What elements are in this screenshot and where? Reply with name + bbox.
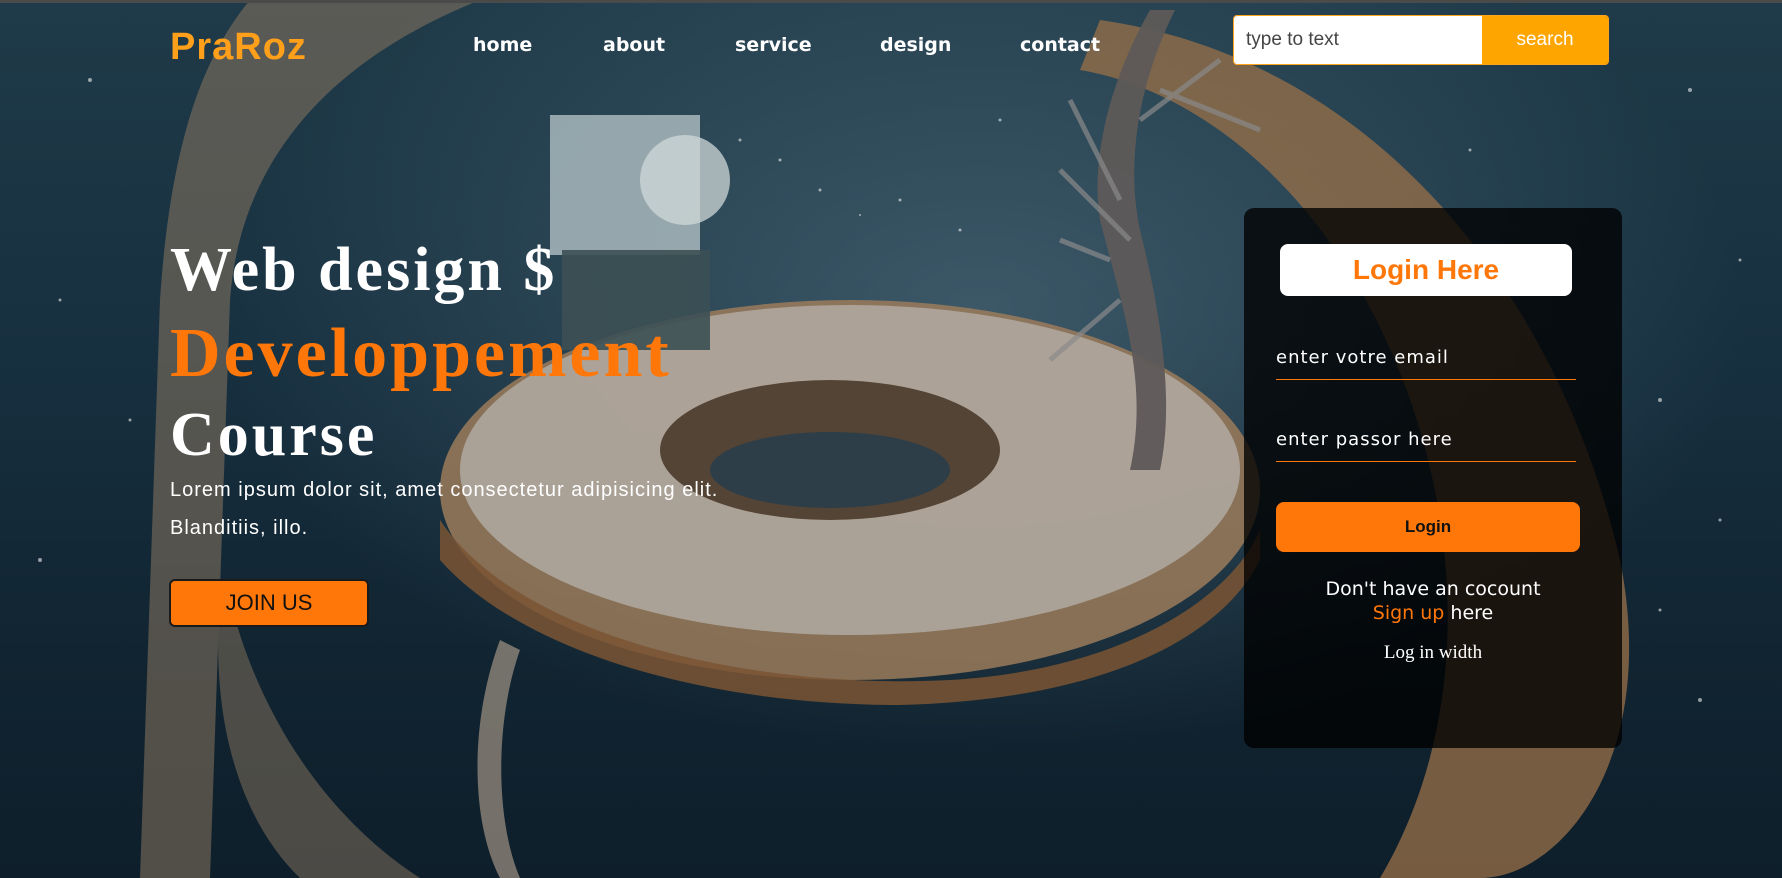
- login-card: Login Here Login Don't have an cocount S…: [1244, 208, 1622, 748]
- nav-link-home[interactable]: home: [473, 34, 532, 56]
- top-border: [0, 0, 1782, 3]
- password-field[interactable]: [1276, 418, 1576, 462]
- signup-suffix: here: [1444, 602, 1494, 624]
- search-bar: search: [1233, 15, 1609, 65]
- join-us-button[interactable]: JOIN US: [169, 579, 369, 627]
- nav-link-service[interactable]: service: [735, 34, 812, 56]
- search-button[interactable]: search: [1482, 16, 1608, 64]
- login-card-title: Login Here: [1280, 244, 1572, 296]
- email-field[interactable]: [1276, 336, 1576, 380]
- no-account-text: Don't have an cocount: [1325, 578, 1541, 600]
- hero-description-line-1: Lorem ipsum dolor sit, amet consectetur …: [170, 479, 719, 501]
- hero-title-line-1: Web design $: [170, 236, 558, 304]
- nav-link-about[interactable]: about: [603, 34, 665, 56]
- nav-link-contact[interactable]: contact: [1020, 34, 1100, 56]
- hero-title-line-3: Course: [170, 401, 378, 469]
- hero-title-line-2: Developpement: [170, 315, 672, 392]
- search-input[interactable]: [1234, 16, 1482, 64]
- brand-logo[interactable]: PraRoz: [170, 26, 307, 69]
- hero-description-line-2: Blanditiis, illo.: [170, 517, 309, 539]
- login-button[interactable]: Login: [1276, 502, 1580, 552]
- log-in-with-text: Log in width: [1383, 642, 1483, 663]
- signup-line: Sign up here: [1244, 602, 1622, 624]
- signup-link[interactable]: Sign up: [1373, 602, 1445, 624]
- nav-link-design[interactable]: design: [880, 34, 951, 56]
